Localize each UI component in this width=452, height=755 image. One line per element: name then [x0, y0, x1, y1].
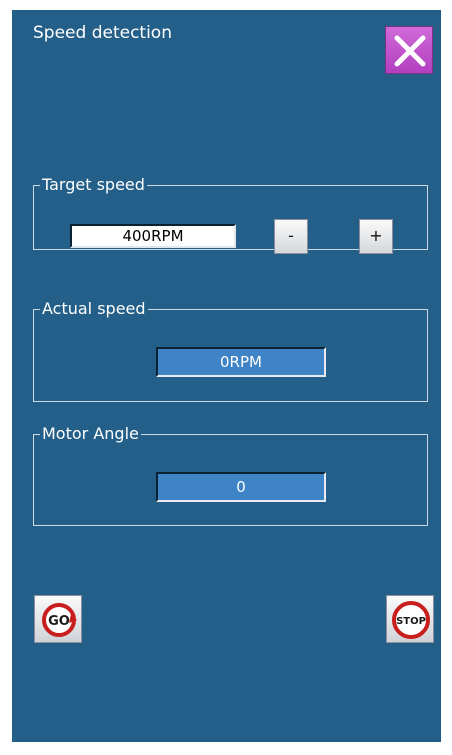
close-icon [394, 35, 426, 67]
motor-angle-label: Motor Angle [40, 424, 141, 444]
page-title: Speed detection [33, 23, 172, 43]
increase-speed-button[interactable]: + [359, 219, 393, 254]
decrease-speed-button[interactable]: - [274, 219, 308, 254]
go-button[interactable]: GO [34, 595, 82, 643]
stop-label: STOP [396, 616, 426, 627]
actual-speed-group: Actual speed 0RPM [33, 299, 428, 402]
stop-icon: STOP [392, 601, 430, 639]
close-button[interactable] [385, 26, 433, 74]
go-icon: GO [42, 603, 77, 637]
actual-speed-label: Actual speed [40, 299, 148, 319]
go-label: GO [48, 614, 70, 629]
stop-button[interactable]: STOP [386, 595, 434, 643]
speed-detection-screen: Speed detection Target speed 400RPM - + … [12, 10, 441, 742]
motor-angle-value: 0 [156, 472, 326, 502]
target-speed-group: Target speed 400RPM - + [33, 175, 428, 254]
target-speed-field[interactable]: 400RPM [70, 224, 236, 248]
target-speed-label: Target speed [40, 175, 147, 195]
actual-speed-value: 0RPM [156, 347, 326, 377]
motor-angle-group: Motor Angle 0 [33, 424, 428, 526]
